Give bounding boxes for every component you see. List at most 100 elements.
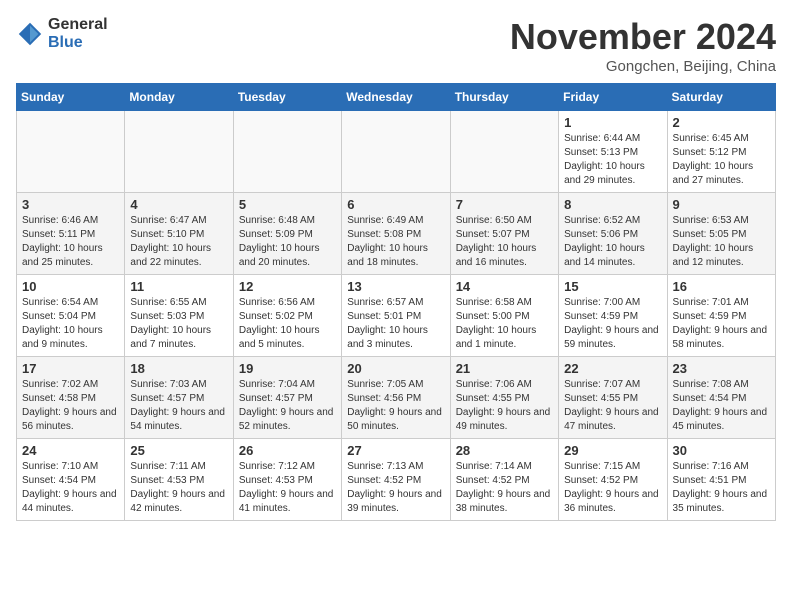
day-number: 23: [673, 361, 770, 376]
day-info: Sunrise: 7:12 AMSunset: 4:53 PMDaylight:…: [239, 460, 336, 516]
day-info: Sunrise: 6:46 AMSunset: 5:11 PMDaylight:…: [22, 214, 119, 270]
calendar-day: [233, 111, 341, 193]
day-number: 12: [239, 279, 336, 294]
week-row-2: 3Sunrise: 6:46 AMSunset: 5:11 PMDaylight…: [17, 193, 776, 275]
calendar-day: 28 Sunrise: 7:14 AMSunset: 4:52 PMDayligh…: [450, 439, 558, 521]
day-info: Sunrise: 7:10 AMSunset: 4:54 PMDaylight:…: [22, 460, 119, 516]
day-info: Sunrise: 6:57 AMSunset: 5:01 PMDaylight:…: [347, 296, 444, 352]
logo-text: General Blue: [48, 16, 108, 51]
day-info: Sunrise: 6:50 AMSunset: 5:07 PMDaylight:…: [456, 214, 553, 270]
day-info: Sunrise: 6:54 AMSunset: 5:04 PMDaylight:…: [22, 296, 119, 352]
calendar-day: 27Sunrise: 7:13 AMSunset: 4:52 PMDayligh…: [342, 439, 450, 521]
calendar-day: 20 Sunrise: 7:05 AMSunset: 4:56 PMDayligh…: [342, 357, 450, 439]
day-info: Sunrise: 6:44 AMSunset: 5:13 PMDaylight:…: [564, 132, 661, 188]
calendar-day: [450, 111, 558, 193]
calendar-day: 9Sunrise: 6:53 AMSunset: 5:05 PMDaylight…: [667, 193, 775, 275]
day-number: 24: [22, 443, 119, 458]
logo: General Blue: [16, 16, 108, 51]
day-number: 20: [347, 361, 444, 376]
location: Gongchen, Beijing, China: [510, 58, 776, 75]
day-info: Sunrise: 7:14 AMSunset: 4:52 PMDaylight:…: [456, 460, 553, 516]
calendar-day: 24 Sunrise: 7:10 AMSunset: 4:54 PMDayligh…: [17, 439, 125, 521]
column-header-tuesday: Tuesday: [233, 84, 341, 111]
day-info: Sunrise: 7:16 AMSunset: 4:51 PMDaylight:…: [673, 460, 770, 516]
week-row-5: 24 Sunrise: 7:10 AMSunset: 4:54 PMDayligh…: [17, 439, 776, 521]
day-info: Sunrise: 6:45 AMSunset: 5:12 PMDaylight:…: [673, 132, 770, 188]
calendar-day: [342, 111, 450, 193]
day-info: Sunrise: 6:53 AMSunset: 5:05 PMDaylight:…: [673, 214, 770, 270]
logo-general-text: General: [48, 16, 108, 34]
calendar-day: 6 Sunrise: 6:49 AMSunset: 5:08 PMDaylight…: [342, 193, 450, 275]
day-info: Sunrise: 7:00 AMSunset: 4:59 PMDaylight:…: [564, 296, 661, 352]
day-number: 15: [564, 279, 661, 294]
day-info: Sunrise: 7:06 AMSunset: 4:55 PMDaylight:…: [456, 378, 553, 434]
day-info: Sunrise: 7:07 AMSunset: 4:55 PMDaylight:…: [564, 378, 661, 434]
calendar-day: [125, 111, 233, 193]
calendar-day: 26 Sunrise: 7:12 AMSunset: 4:53 PMDayligh…: [233, 439, 341, 521]
calendar-day: 11Sunrise: 6:55 AMSunset: 5:03 PMDayligh…: [125, 275, 233, 357]
day-info: Sunrise: 7:15 AMSunset: 4:52 PMDaylight:…: [564, 460, 661, 516]
column-header-monday: Monday: [125, 84, 233, 111]
day-info: Sunrise: 6:49 AMSunset: 5:08 PMDaylight:…: [347, 214, 444, 270]
day-number: 25: [130, 443, 227, 458]
day-info: Sunrise: 6:55 AMSunset: 5:03 PMDaylight:…: [130, 296, 227, 352]
day-number: 28: [456, 443, 553, 458]
calendar-day: [17, 111, 125, 193]
calendar-day: 3Sunrise: 6:46 AMSunset: 5:11 PMDaylight…: [17, 193, 125, 275]
day-number: 16: [673, 279, 770, 294]
calendar-day: 18 Sunrise: 7:03 AMSunset: 4:57 PMDayligh…: [125, 357, 233, 439]
calendar-table: SundayMondayTuesdayWednesdayThursdayFrid…: [16, 83, 776, 521]
column-header-friday: Friday: [559, 84, 667, 111]
day-number: 17: [22, 361, 119, 376]
day-info: Sunrise: 7:03 AMSunset: 4:57 PMDaylight:…: [130, 378, 227, 434]
day-info: Sunrise: 7:02 AMSunset: 4:58 PMDaylight:…: [22, 378, 119, 434]
column-header-wednesday: Wednesday: [342, 84, 450, 111]
calendar-day: 4Sunrise: 6:47 AMSunset: 5:10 PMDaylight…: [125, 193, 233, 275]
day-number: 14: [456, 279, 553, 294]
day-number: 26: [239, 443, 336, 458]
column-header-thursday: Thursday: [450, 84, 558, 111]
day-number: 21: [456, 361, 553, 376]
logo-icon: [16, 20, 44, 48]
calendar-day: 7 Sunrise: 6:50 AMSunset: 5:07 PMDaylight…: [450, 193, 558, 275]
calendar-day: 10 Sunrise: 6:54 AMSunset: 5:04 PMDayligh…: [17, 275, 125, 357]
day-number: 13: [347, 279, 444, 294]
day-info: Sunrise: 7:11 AMSunset: 4:53 PMDaylight:…: [130, 460, 227, 516]
calendar-day: 21 Sunrise: 7:06 AMSunset: 4:55 PMDayligh…: [450, 357, 558, 439]
day-number: 8: [564, 197, 661, 212]
day-info: Sunrise: 6:58 AMSunset: 5:00 PMDaylight:…: [456, 296, 553, 352]
day-info: Sunrise: 7:05 AMSunset: 4:56 PMDaylight:…: [347, 378, 444, 434]
day-number: 19: [239, 361, 336, 376]
day-info: Sunrise: 7:08 AMSunset: 4:54 PMDaylight:…: [673, 378, 770, 434]
week-row-3: 10 Sunrise: 6:54 AMSunset: 5:04 PMDayligh…: [17, 275, 776, 357]
day-info: Sunrise: 6:48 AMSunset: 5:09 PMDaylight:…: [239, 214, 336, 270]
day-number: 6: [347, 197, 444, 212]
month-title: November 2024: [510, 16, 776, 58]
calendar-day: 13 Sunrise: 6:57 AMSunset: 5:01 PMDayligh…: [342, 275, 450, 357]
day-number: 30: [673, 443, 770, 458]
day-number: 18: [130, 361, 227, 376]
logo-blue-text: Blue: [48, 34, 108, 52]
calendar-day: 8 Sunrise: 6:52 AMSunset: 5:06 PMDaylight…: [559, 193, 667, 275]
day-info: Sunrise: 7:01 AMSunset: 4:59 PMDaylight:…: [673, 296, 770, 352]
day-info: Sunrise: 7:04 AMSunset: 4:57 PMDaylight:…: [239, 378, 336, 434]
calendar-day: 17 Sunrise: 7:02 AMSunset: 4:58 PMDayligh…: [17, 357, 125, 439]
calendar-day: 14 Sunrise: 6:58 AMSunset: 5:00 PMDayligh…: [450, 275, 558, 357]
day-number: 10: [22, 279, 119, 294]
day-info: Sunrise: 6:56 AMSunset: 5:02 PMDaylight:…: [239, 296, 336, 352]
day-info: Sunrise: 6:47 AMSunset: 5:10 PMDaylight:…: [130, 214, 227, 270]
calendar-day: 29Sunrise: 7:15 AMSunset: 4:52 PMDayligh…: [559, 439, 667, 521]
header-row: SundayMondayTuesdayWednesdayThursdayFrid…: [17, 84, 776, 111]
week-row-1: 1Sunrise: 6:44 AMSunset: 5:13 PMDaylight…: [17, 111, 776, 193]
calendar-day: 22 Sunrise: 7:07 AMSunset: 4:55 PMDayligh…: [559, 357, 667, 439]
day-number: 22: [564, 361, 661, 376]
calendar-day: 25 Sunrise: 7:11 AMSunset: 4:53 PMDayligh…: [125, 439, 233, 521]
day-info: Sunrise: 6:52 AMSunset: 5:06 PMDaylight:…: [564, 214, 661, 270]
calendar-day: 12 Sunrise: 6:56 AMSunset: 5:02 PMDayligh…: [233, 275, 341, 357]
header: General Blue November 2024 Gongchen, Bei…: [16, 16, 776, 75]
calendar-day: 1Sunrise: 6:44 AMSunset: 5:13 PMDaylight…: [559, 111, 667, 193]
column-header-sunday: Sunday: [17, 84, 125, 111]
calendar-day: 23 Sunrise: 7:08 AMSunset: 4:54 PMDayligh…: [667, 357, 775, 439]
day-number: 7: [456, 197, 553, 212]
calendar-day: 16 Sunrise: 7:01 AMSunset: 4:59 PMDayligh…: [667, 275, 775, 357]
